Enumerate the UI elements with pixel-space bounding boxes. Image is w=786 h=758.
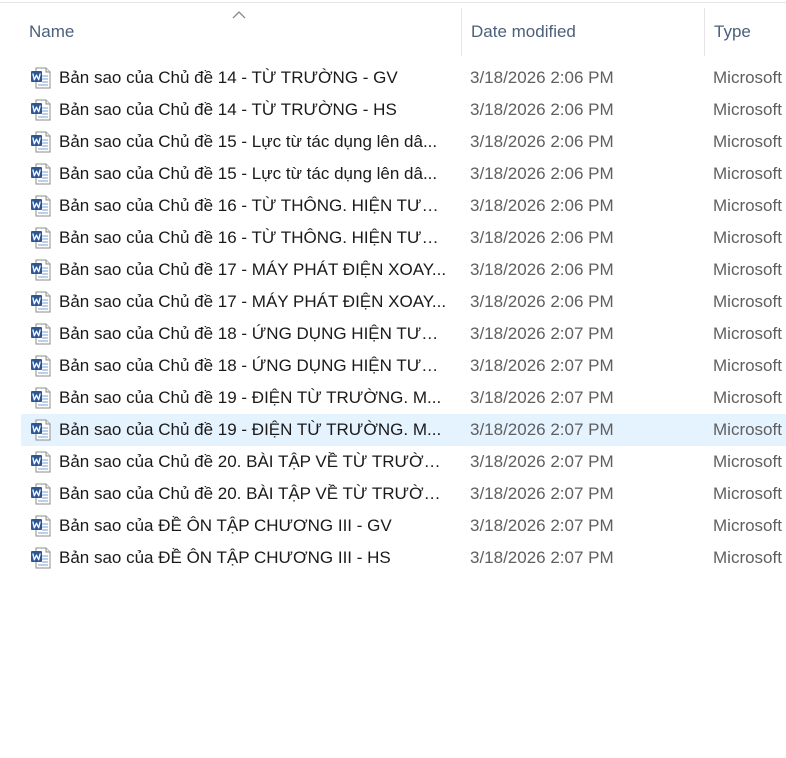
file-type: Microsoft <box>713 228 782 247</box>
file-name: Bản sao của Chủ đề 16 - TỪ THÔNG. HIỆN T… <box>59 228 447 247</box>
file-name: Bản sao của ĐỀ ÔN TẬP CHƯƠNG III - HS <box>59 548 391 567</box>
file-name: Bản sao của Chủ đề 18 - ỨNG DỤNG HIỆN TƯ… <box>59 356 447 375</box>
top-divider <box>0 2 786 3</box>
word-document-icon <box>31 195 51 217</box>
file-name: Bản sao của Chủ đề 15 - Lực từ tác dụng … <box>59 164 438 183</box>
file-type: Microsoft <box>713 292 782 311</box>
file-date-modified: 3/18/2026 2:07 PM <box>470 420 614 439</box>
file-date-modified: 3/18/2026 2:07 PM <box>470 548 614 567</box>
file-row[interactable]: Bản sao của Chủ đề 15 - Lực từ tác dụng … <box>0 158 786 190</box>
file-type: Microsoft <box>713 420 782 439</box>
file-type: Microsoft <box>713 452 782 471</box>
file-row[interactable]: Bản sao của Chủ đề 18 - ỨNG DỤNG HIỆN TƯ… <box>0 350 786 382</box>
file-type: Microsoft <box>713 516 782 535</box>
file-type: Microsoft <box>713 356 782 375</box>
file-row[interactable]: Bản sao của Chủ đề 17 - MÁY PHÁT ĐIỆN XO… <box>0 254 786 286</box>
file-row[interactable]: Bản sao của Chủ đề 16 - TỪ THÔNG. HIỆN T… <box>0 222 786 254</box>
file-row[interactable]: Bản sao của Chủ đề 19 - ĐIỆN TỪ TRƯỜNG. … <box>0 414 786 446</box>
file-row[interactable]: Bản sao của Chủ đề 17 - MÁY PHÁT ĐIỆN XO… <box>0 286 786 318</box>
file-name: Bản sao của Chủ đề 14 - TỪ TRƯỜNG - HS <box>59 100 397 119</box>
word-document-icon <box>31 515 51 537</box>
file-type: Microsoft <box>713 132 782 151</box>
file-date-modified: 3/18/2026 2:07 PM <box>470 452 614 471</box>
file-type: Microsoft <box>713 484 782 503</box>
word-document-icon <box>31 291 51 313</box>
word-document-icon <box>31 355 51 377</box>
file-date-modified: 3/18/2026 2:06 PM <box>470 68 614 87</box>
file-date-modified: 3/18/2026 2:06 PM <box>470 228 614 247</box>
file-name: Bản sao của Chủ đề 17 - MÁY PHÁT ĐIỆN XO… <box>59 260 447 279</box>
file-date-modified: 3/18/2026 2:06 PM <box>470 164 614 183</box>
file-row[interactable]: Bản sao của Chủ đề 14 - TỪ TRƯỜNG - GV 3… <box>0 62 786 94</box>
file-type: Microsoft <box>713 68 782 87</box>
file-date-modified: 3/18/2026 2:06 PM <box>470 260 614 279</box>
file-type: Microsoft <box>713 196 782 215</box>
file-date-modified: 3/18/2026 2:06 PM <box>470 196 614 215</box>
file-name: Bản sao của Chủ đề 18 - ỨNG DỤNG HIỆN TƯ… <box>59 324 447 343</box>
word-document-icon <box>31 323 51 345</box>
file-list: Bản sao của Chủ đề 14 - TỪ TRƯỜNG - GV 3… <box>0 62 786 574</box>
word-document-icon <box>31 387 51 409</box>
word-document-icon <box>31 259 51 281</box>
file-type: Microsoft <box>713 388 782 407</box>
file-type: Microsoft <box>713 100 782 119</box>
file-row[interactable]: Bản sao của Chủ đề 20. BÀI TẬP VỀ TỪ TRƯ… <box>0 446 786 478</box>
file-date-modified: 3/18/2026 2:07 PM <box>470 388 614 407</box>
file-date-modified: 3/18/2026 2:07 PM <box>470 484 614 503</box>
file-date-modified: 3/18/2026 2:07 PM <box>470 356 614 375</box>
column-header-name[interactable]: Name <box>20 8 461 56</box>
file-name: Bản sao của Chủ đề 14 - TỪ TRƯỜNG - GV <box>59 68 398 87</box>
file-name: Bản sao của Chủ đề 16 - TỪ THÔNG. HIỆN T… <box>59 196 447 215</box>
word-document-icon <box>31 227 51 249</box>
file-explorer-list-view: Name Date modified Type Bản sao của Chủ … <box>0 0 786 758</box>
word-document-icon <box>31 131 51 153</box>
column-header-type[interactable]: Type <box>704 8 786 56</box>
file-date-modified: 3/18/2026 2:06 PM <box>470 292 614 311</box>
file-row[interactable]: Bản sao của Chủ đề 20. BÀI TẬP VỀ TỪ TRƯ… <box>0 478 786 510</box>
file-name: Bản sao của ĐỀ ÔN TẬP CHƯƠNG III - GV <box>59 516 392 535</box>
file-date-modified: 3/18/2026 2:06 PM <box>470 132 614 151</box>
file-type: Microsoft <box>713 164 782 183</box>
file-name: Bản sao của Chủ đề 20. BÀI TẬP VỀ TỪ TRƯ… <box>59 484 447 503</box>
file-name: Bản sao của Chủ đề 20. BÀI TẬP VỀ TỪ TRƯ… <box>59 452 447 471</box>
file-row[interactable]: Bản sao của ĐỀ ÔN TẬP CHƯƠNG III - GV 3/… <box>0 510 786 542</box>
file-name: Bản sao của Chủ đề 19 - ĐIỆN TỪ TRƯỜNG. … <box>59 388 442 407</box>
file-name: Bản sao của Chủ đề 19 - ĐIỆN TỪ TRƯỜNG. … <box>59 420 442 439</box>
word-document-icon <box>31 419 51 441</box>
file-row[interactable]: Bản sao của Chủ đề 18 - ỨNG DỤNG HIỆN TƯ… <box>0 318 786 350</box>
word-document-icon <box>31 451 51 473</box>
file-type: Microsoft <box>713 260 782 279</box>
file-type: Microsoft <box>713 548 782 567</box>
column-header-date-modified[interactable]: Date modified <box>461 8 704 56</box>
file-date-modified: 3/18/2026 2:06 PM <box>470 100 614 119</box>
file-row[interactable]: Bản sao của Chủ đề 16 - TỪ THÔNG. HIỆN T… <box>0 190 786 222</box>
file-row[interactable]: Bản sao của Chủ đề 15 - Lực từ tác dụng … <box>0 126 786 158</box>
word-document-icon <box>31 163 51 185</box>
column-header-row: Name Date modified Type <box>0 8 786 56</box>
file-name: Bản sao của Chủ đề 17 - MÁY PHÁT ĐIỆN XO… <box>59 292 447 311</box>
word-document-icon <box>31 483 51 505</box>
file-row[interactable]: Bản sao của ĐỀ ÔN TẬP CHƯƠNG III - HS 3/… <box>0 542 786 574</box>
file-date-modified: 3/18/2026 2:07 PM <box>470 516 614 535</box>
file-name: Bản sao của Chủ đề 15 - Lực từ tác dụng … <box>59 132 438 151</box>
file-date-modified: 3/18/2026 2:07 PM <box>470 324 614 343</box>
file-type: Microsoft <box>713 324 782 343</box>
word-document-icon <box>31 67 51 89</box>
word-document-icon <box>31 99 51 121</box>
word-document-icon <box>31 547 51 569</box>
file-row[interactable]: Bản sao của Chủ đề 14 - TỪ TRƯỜNG - HS 3… <box>0 94 786 126</box>
file-row[interactable]: Bản sao của Chủ đề 19 - ĐIỆN TỪ TRƯỜNG. … <box>0 382 786 414</box>
